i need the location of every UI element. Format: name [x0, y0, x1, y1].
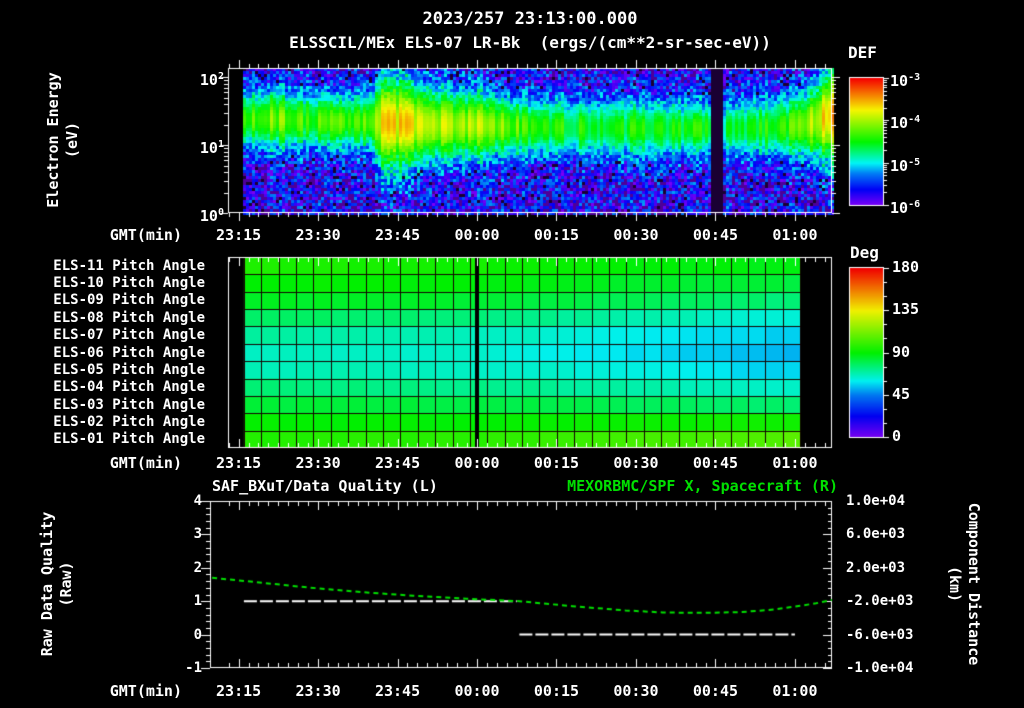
gmt-axis-label-pitch: GMT(min) [109, 454, 182, 472]
quality-tick-label: 3 [193, 526, 202, 543]
time-tick-label: 23:15 [216, 226, 262, 244]
time-tick-label: 01:00 [772, 454, 818, 472]
time-tick-label: 00:15 [533, 454, 580, 472]
pitch-row-label: ELS-11 Pitch Angle [53, 257, 205, 274]
pitch-row-label: ELS-08 Pitch Angle [53, 309, 205, 326]
time-tick-label: 00:00 [454, 682, 500, 700]
def-tick-label: 10-3 [890, 72, 921, 90]
pitch-row-label: ELS-05 Pitch Angle [53, 361, 205, 378]
bottom-title-left: SAF_BXuT/Data Quality (L) [212, 477, 438, 495]
time-tick-label: 23:30 [295, 226, 341, 244]
distance-y-axis-label: Component Distance (km) [943, 484, 983, 684]
def-tick-label: 10-4 [890, 114, 921, 133]
spectrogram-y-axis-label-line1: Electron Energy [44, 72, 62, 208]
time-tick-label: 23:45 [374, 226, 421, 244]
time-tick-label: 00:30 [613, 454, 659, 472]
distance-tick-label: -1.0e+04 [846, 660, 914, 676]
time-tick-label: 00:45 [692, 454, 739, 472]
distance-tick-label: 2.0e+03 [846, 559, 906, 576]
gmt-axis-label-spectrogram: GMT(min) [109, 226, 182, 244]
pitch-row-label: ELS-10 Pitch Angle [53, 275, 205, 292]
pitch-row-label: ELS-01 Pitch Angle [53, 431, 205, 448]
gmt-axis-label-bottom: GMT(min) [109, 682, 182, 700]
bottom-title-right: MEXORBMC/SPF X, Spacecraft (R) [567, 477, 838, 495]
pitch-row-label: ELS-06 Pitch Angle [53, 344, 205, 361]
pitch-row-label: ELS-03 Pitch Angle [53, 396, 205, 413]
spectrogram-y-axis-label-line2: (eV) [63, 121, 81, 159]
def-colorbar-title: DEF [848, 43, 877, 62]
spectrogram-y-axis-label: Electron Energy (eV) [44, 40, 84, 240]
plot-area: 2023/257 23:13:00.000 ELSSCIL/MEx ELS-07… [0, 0, 1024, 708]
distance-tick-label: 6.0e+03 [846, 526, 906, 543]
time-tick-label: 23:45 [374, 682, 421, 700]
time-tick-label: 23:30 [295, 454, 341, 472]
deg-tick-label: 0 [892, 427, 902, 445]
time-tick-label: 00:30 [613, 226, 659, 244]
energy-tick-label: 101 [199, 139, 224, 158]
distance-tick-label: -6.0e+03 [846, 626, 914, 643]
quality-y-axis-label-line2: (Raw) [57, 561, 75, 607]
energy-tick-label: 102 [199, 71, 224, 90]
pitch-row-label: ELS-02 Pitch Angle [53, 413, 205, 430]
pitch-row-label: ELS-09 Pitch Angle [53, 292, 205, 309]
time-tick-label: 23:15 [216, 682, 262, 700]
quality-tick-label: 1 [193, 593, 202, 610]
time-tick-label: 23:30 [295, 682, 341, 700]
time-tick-label: 00:00 [454, 454, 500, 472]
time-tick-label: 01:00 [772, 682, 818, 700]
time-tick-label: 23:15 [216, 454, 262, 472]
pitch-row-label: ELS-07 Pitch Angle [53, 327, 205, 344]
title-main: ELSSCIL/MEx ELS-07 LR-Bk (ergs/(cm**2-sr… [289, 33, 771, 52]
deg-tick-label: 135 [892, 300, 920, 319]
time-tick-label: 00:45 [692, 682, 739, 700]
time-tick-label: 00:00 [454, 226, 500, 244]
def-tick-label: 10-5 [890, 156, 921, 175]
pitch-row-label: ELS-04 Pitch Angle [53, 379, 205, 396]
quality-tick-label: 4 [193, 493, 202, 509]
title-datetime: 2023/257 23:13:00.000 [422, 9, 638, 29]
quality-y-axis-label: Raw Data Quality (Raw) [38, 484, 78, 684]
def-tick-label: 10-6 [890, 199, 921, 217]
time-tick-label: 01:00 [772, 226, 818, 244]
time-tick-label: 00:15 [533, 682, 580, 700]
distance-y-axis-label-line1: Component Distance [965, 502, 983, 666]
time-tick-label: 00:30 [613, 682, 659, 700]
time-tick-label: 00:15 [533, 226, 580, 244]
deg-tick-label: 180 [892, 258, 920, 276]
distance-tick-label: 1.0e+04 [846, 493, 906, 509]
deg-tick-label: 90 [892, 342, 911, 361]
quality-tick-label: -1 [185, 660, 202, 676]
quality-y-axis-label-line1: Raw Data Quality [38, 511, 56, 657]
quality-tick-label: 2 [193, 559, 202, 576]
time-tick-label: 23:45 [374, 454, 421, 472]
energy-tick-label: 100 [199, 207, 224, 225]
time-tick-label: 00:45 [692, 226, 739, 244]
quality-tick-label: 0 [193, 626, 202, 643]
deg-colorbar-title: Deg [850, 243, 879, 262]
distance-y-axis-label-line2: (km) [946, 565, 964, 603]
distance-tick-label: -2.0e+03 [846, 593, 914, 610]
deg-tick-label: 45 [892, 384, 911, 403]
